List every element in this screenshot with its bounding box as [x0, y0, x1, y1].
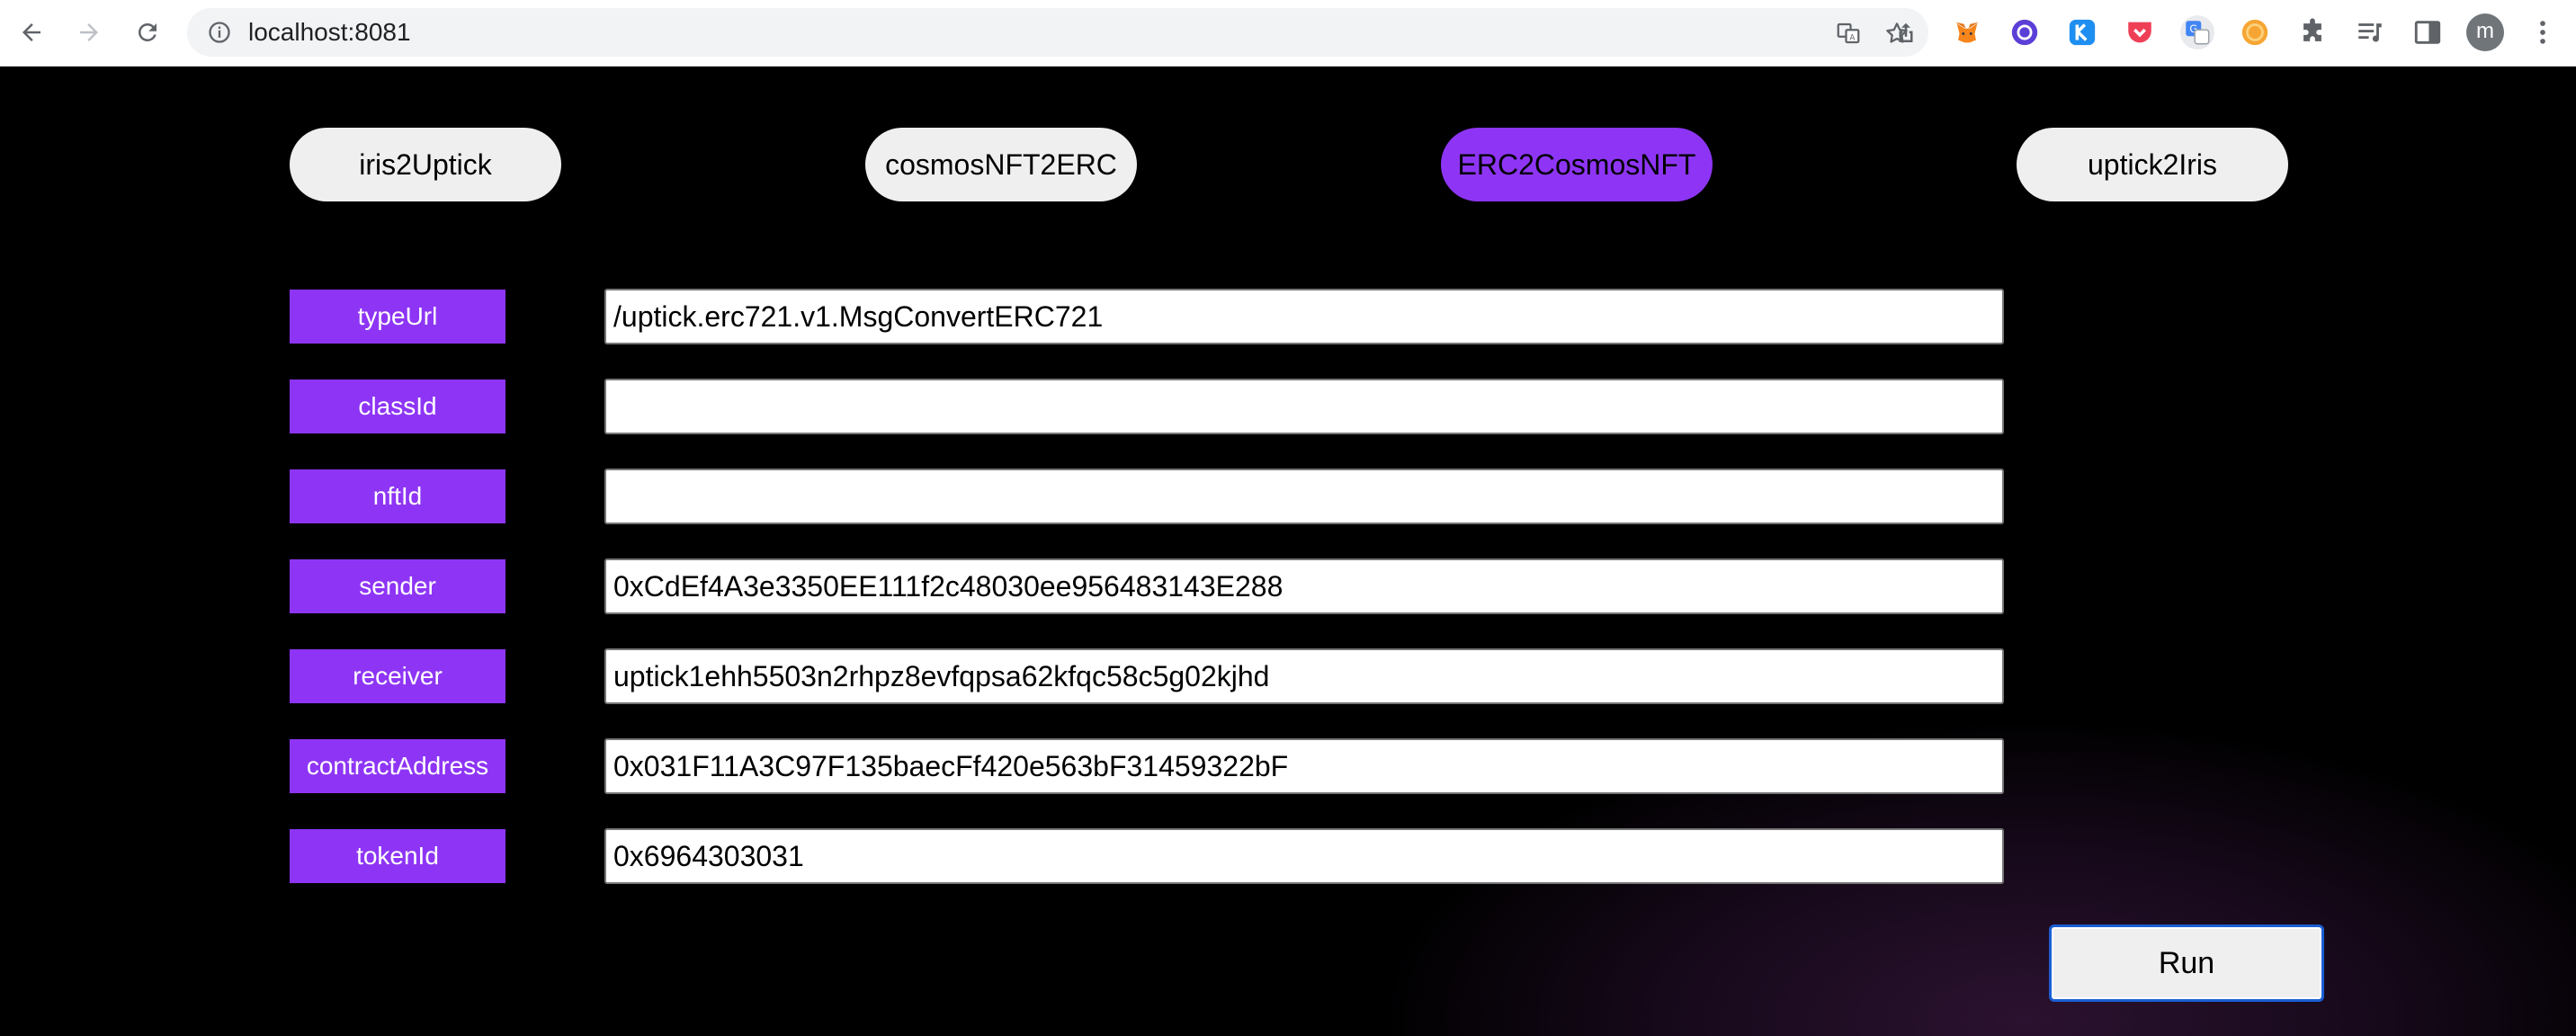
translate-icon[interactable]: A	[1835, 20, 1862, 47]
browser-menu-icon[interactable]	[2526, 15, 2560, 49]
contractaddress-label: contractAddress	[290, 739, 505, 793]
svg-text:A: A	[1849, 34, 1855, 43]
bookmark-star-icon[interactable]	[1883, 20, 1910, 47]
google-translate-extension-icon[interactable]: G	[2180, 15, 2214, 49]
back-button[interactable]	[12, 13, 51, 52]
tab-iris2uptick[interactable]: iris2Uptick	[290, 128, 561, 201]
typeurl-input[interactable]	[604, 289, 2004, 344]
classid-label: classId	[290, 380, 505, 433]
contractaddress-input[interactable]	[604, 738, 2004, 794]
classid-input[interactable]	[604, 379, 2004, 434]
tokenid-input[interactable]	[604, 828, 2004, 884]
metamask-extension-icon[interactable]	[1950, 15, 1984, 49]
back-arrow-icon	[22, 23, 40, 41]
reload-button[interactable]	[128, 13, 167, 52]
tab-uptick2iris[interactable]: uptick2Iris	[2017, 128, 2288, 201]
receiver-input[interactable]	[604, 648, 2004, 704]
tab-erc2cosmosnft[interactable]: ERC2CosmosNFT	[1441, 128, 1713, 201]
media-queue-icon[interactable]	[2353, 15, 2387, 49]
keplr-circle-extension-icon[interactable]	[2008, 15, 2042, 49]
url-text: localhost:8081	[248, 18, 411, 46]
side-panel-icon[interactable]	[2411, 15, 2445, 49]
sender-label: sender	[290, 559, 505, 613]
typeurl-label: typeUrl	[290, 290, 505, 344]
receiver-label: receiver	[290, 649, 505, 703]
pocket-extension-icon[interactable]	[2123, 15, 2157, 49]
nftid-label: nftId	[290, 469, 505, 523]
profile-avatar[interactable]: m	[2466, 13, 2504, 51]
browser-toolbar: localhost:8081 A G m	[0, 0, 2576, 67]
orange-extension-icon[interactable]	[2238, 15, 2272, 49]
extensions-puzzle-icon[interactable]	[2295, 15, 2330, 49]
tab-cosmosnft2erc[interactable]: cosmosNFT2ERC	[865, 128, 1137, 201]
reload-icon	[139, 23, 157, 41]
forward-button[interactable]	[69, 13, 109, 52]
tokenid-label: tokenId	[290, 829, 505, 883]
address-bar[interactable]: localhost:8081 A	[187, 8, 1928, 57]
forward-arrow-icon	[80, 23, 98, 41]
run-button[interactable]: Run	[2049, 924, 2324, 1002]
info-icon[interactable]	[207, 20, 232, 45]
sender-input[interactable]	[604, 558, 2004, 614]
nftid-input[interactable]	[604, 469, 2004, 524]
keplr-extension-icon[interactable]	[2065, 15, 2099, 49]
page-content: iris2Uptick cosmosNFT2ERC ERC2CosmosNFT …	[0, 67, 2576, 1036]
